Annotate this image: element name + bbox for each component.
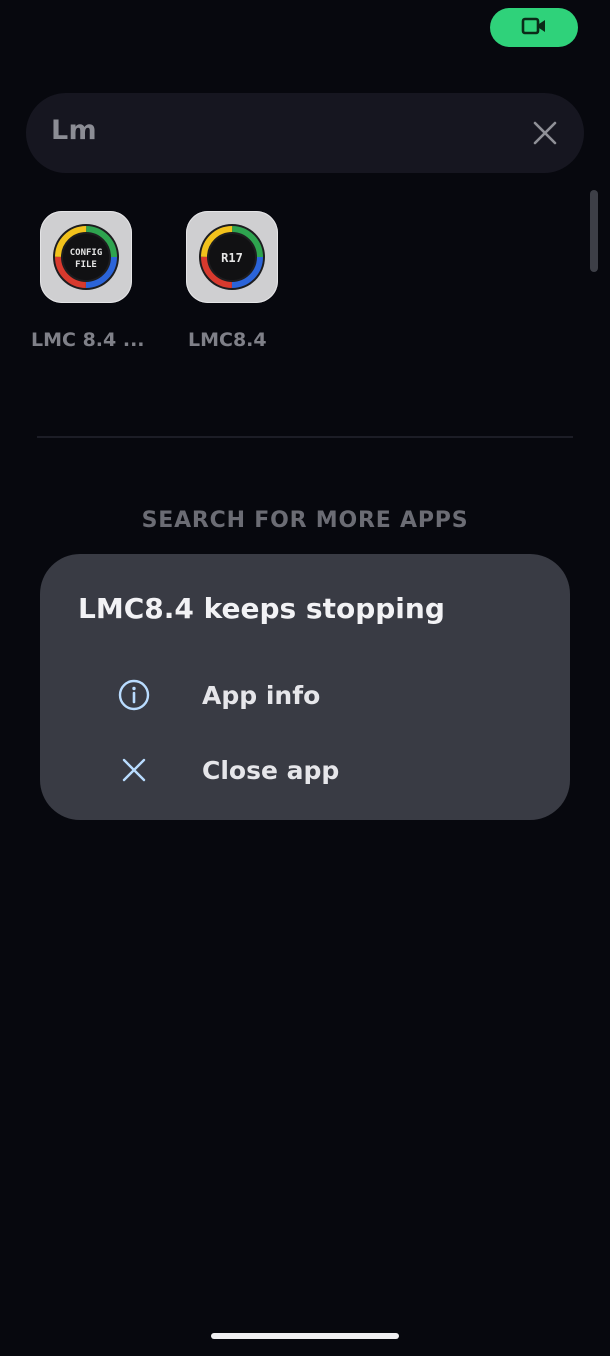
app-result-lmc-config[interactable]: CONFIG FILE LMC 8.4 ... — [21, 211, 151, 351]
app-crash-dialog: LMC8.4 keeps stopping App info Close app — [40, 554, 570, 820]
divider — [37, 436, 573, 438]
app-info-label: App info — [202, 680, 321, 710]
svg-text:R17: R17 — [221, 251, 243, 265]
video-camera-icon — [521, 16, 547, 40]
app-info-button[interactable]: App info — [40, 663, 570, 727]
app-label: LMC 8.4 ... — [31, 329, 145, 351]
app-result-lmc84[interactable]: R17 LMC8.4 — [167, 211, 297, 351]
dialog-title: LMC8.4 keeps stopping — [78, 592, 445, 625]
search-input[interactable]: Lm — [51, 115, 97, 146]
close-icon — [117, 753, 151, 787]
app-icon: CONFIG FILE — [40, 211, 132, 303]
close-app-button[interactable]: Close app — [40, 738, 570, 802]
search-more-apps-link[interactable]: SEARCH FOR MORE APPS — [0, 508, 610, 533]
clear-search-button[interactable] — [532, 120, 558, 146]
search-bar[interactable]: Lm — [26, 93, 584, 173]
home-gesture-bar[interactable] — [211, 1333, 399, 1339]
close-icon — [533, 121, 557, 145]
svg-text:FILE: FILE — [75, 260, 97, 270]
screen-record-indicator[interactable] — [490, 8, 578, 47]
svg-text:CONFIG: CONFIG — [70, 248, 103, 258]
results-scrollbar[interactable] — [590, 190, 598, 272]
app-icon: R17 — [186, 211, 278, 303]
app-label: LMC8.4 — [188, 329, 267, 351]
close-app-label: Close app — [202, 755, 340, 785]
info-icon — [117, 678, 151, 712]
